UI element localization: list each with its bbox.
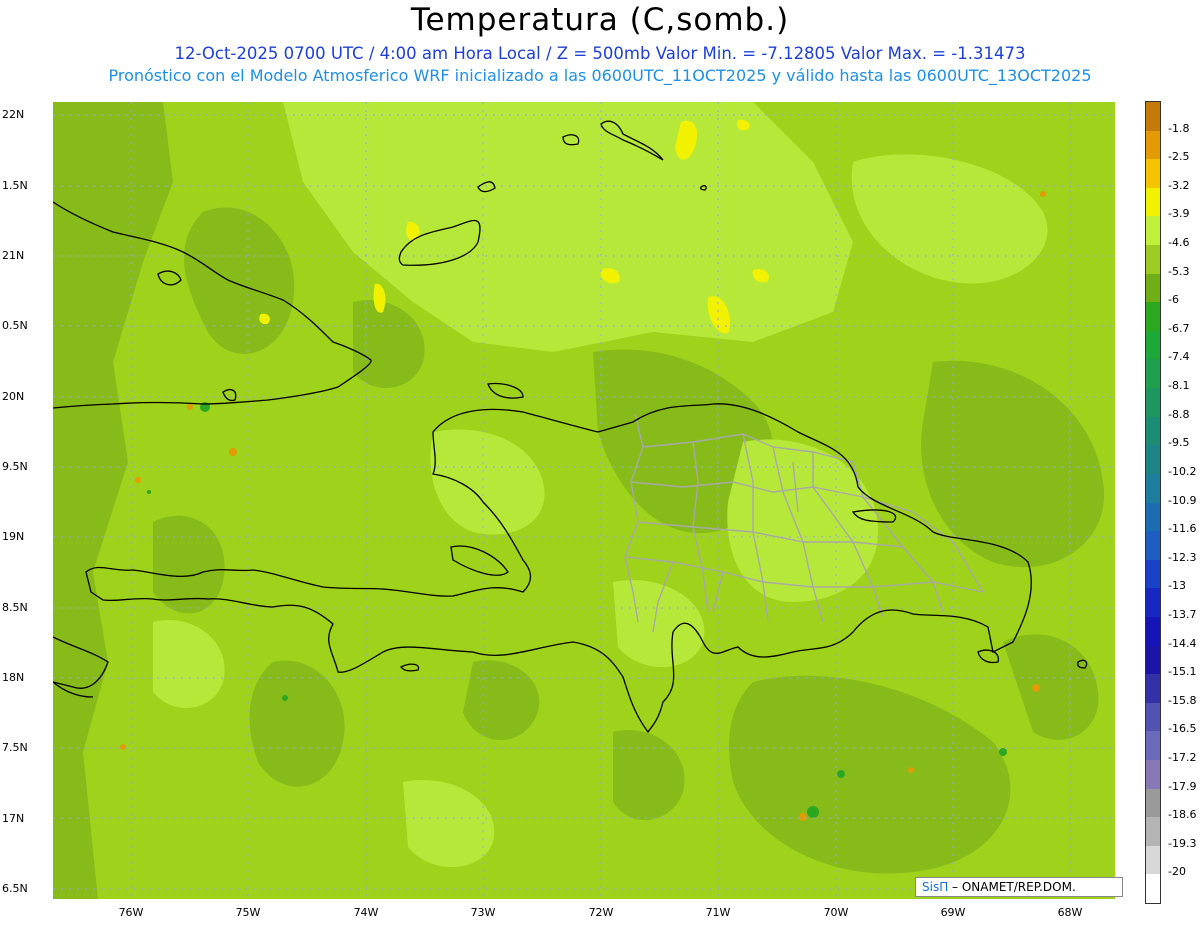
colorbar-label: -8.1: [1168, 379, 1190, 393]
lon-label-68w: 68W: [1057, 906, 1083, 919]
colorbar-label: -20: [1168, 865, 1186, 879]
colorbar-segment: [1146, 216, 1160, 246]
lat-label-18n: 18N: [2, 671, 25, 684]
colorbar-segment: [1146, 445, 1160, 475]
colorbar-segment: [1146, 759, 1160, 790]
colorbar-segment: [1146, 245, 1160, 275]
colorbar-label: -1.8: [1168, 121, 1190, 135]
colorbar-segment: [1146, 874, 1160, 904]
colorbar-label: -13: [1168, 579, 1186, 593]
lat-label-20n: 20N: [2, 390, 25, 403]
colorbar-segment: [1146, 159, 1160, 189]
colorbar-label: -10.9: [1168, 493, 1197, 507]
colorbar-segment: [1146, 531, 1160, 561]
colorbar-label: -9.5: [1168, 436, 1190, 450]
lat-label-19n: 19N: [2, 530, 25, 543]
colorbar-segment: [1146, 187, 1160, 217]
colorbar-label: -19.3: [1168, 836, 1197, 850]
colorbar-label: -7.4: [1168, 350, 1190, 364]
colorbar-label: -12.3: [1168, 550, 1197, 564]
colorbar-segment: [1146, 788, 1160, 818]
credit-text: – ONAMET/REP.DOM.: [948, 880, 1076, 894]
colorbar-segment: [1146, 473, 1160, 503]
colorbar-segment: [1146, 559, 1160, 589]
lat-label-17-5n: 7.5N: [2, 741, 28, 754]
colorbar-segment: [1146, 616, 1160, 647]
colorbar: [1145, 101, 1161, 904]
colorbar-label: -13.7: [1168, 607, 1197, 621]
colorbar-segment: [1146, 674, 1160, 704]
credit-brand: SisΠ: [922, 880, 949, 894]
map-subtitle: 12-Oct-2025 0700 UTC / 4:00 am Hora Loca…: [174, 44, 1026, 63]
colorbar-segment: [1146, 588, 1160, 618]
colorbar-label: -10.2: [1168, 464, 1197, 478]
colorbar-label: -15.8: [1168, 693, 1197, 707]
colorbar-segment: [1146, 845, 1160, 875]
colorbar-segment: [1146, 302, 1160, 332]
lat-label-18-5n: 8.5N: [2, 601, 28, 614]
colorbar-label: -4.6: [1168, 236, 1190, 250]
colorbar-label: -3.9: [1168, 207, 1190, 221]
colorbar-label: -17.9: [1168, 779, 1197, 793]
colorbar-segment: [1146, 416, 1160, 446]
colorbar-label: -15.1: [1168, 665, 1197, 679]
colorbar-label: -16.5: [1168, 722, 1197, 736]
lon-label-71w: 71W: [705, 906, 731, 919]
colorbar-label: -8.8: [1168, 407, 1190, 421]
lon-label-75w: 75W: [235, 906, 261, 919]
temperature-map[interactable]: [53, 102, 1115, 899]
lat-label-17n: 17N: [2, 812, 25, 825]
lon-label-74w: 74W: [353, 906, 379, 919]
colorbar-segment: [1146, 645, 1160, 675]
colorbar-segment: [1146, 359, 1160, 389]
colorbar-segment: [1146, 502, 1160, 532]
map-title: Temperatura (C,somb.): [410, 2, 790, 38]
colorbar-segment: [1146, 388, 1160, 418]
hispaniola-coast: [85, 403, 1032, 734]
lat-label-22n: 22N: [2, 108, 25, 121]
colorbar-segment: [1146, 702, 1160, 732]
credit-box: SisΠ – ONAMET/REP.DOM.: [915, 877, 1123, 897]
lat-label-19-5n: 9.5N: [2, 460, 28, 473]
colorbar-label: -14.4: [1168, 636, 1197, 650]
colorbar-label: -5.3: [1168, 264, 1190, 278]
colorbar-label: -2.5: [1168, 150, 1190, 164]
colorbar-label: -6: [1168, 293, 1179, 307]
lat-label-21n: 21N: [2, 249, 25, 262]
colorbar-segment: [1146, 731, 1160, 761]
colorbar-label: -6.7: [1168, 321, 1190, 335]
colorbar-label: -17.2: [1168, 750, 1197, 764]
lon-label-69w: 69W: [940, 906, 966, 919]
colorbar-label: -11.6: [1168, 522, 1197, 536]
colorbar-segment: [1146, 817, 1160, 847]
lon-label-73w: 73W: [470, 906, 496, 919]
lat-label-21-5n: 1.5N: [2, 179, 28, 192]
colorbar-segment: [1146, 102, 1160, 132]
colorbar-label: -18.6: [1168, 808, 1197, 822]
map-canvas: [53, 102, 1115, 899]
lat-label-16-5n: 6.5N: [2, 882, 28, 895]
map-info-line: Pronóstico con el Modelo Atmosferico WRF…: [108, 66, 1092, 85]
lon-label-70w: 70W: [823, 906, 849, 919]
colorbar-segment: [1146, 330, 1160, 360]
lon-label-76w: 76W: [118, 906, 144, 919]
colorbar-label: -3.2: [1168, 178, 1190, 192]
colorbar-segment: [1146, 130, 1160, 160]
lon-label-72w: 72W: [588, 906, 614, 919]
colorbar-segment: [1146, 273, 1160, 303]
lat-label-20-5n: 0.5N: [2, 319, 28, 332]
